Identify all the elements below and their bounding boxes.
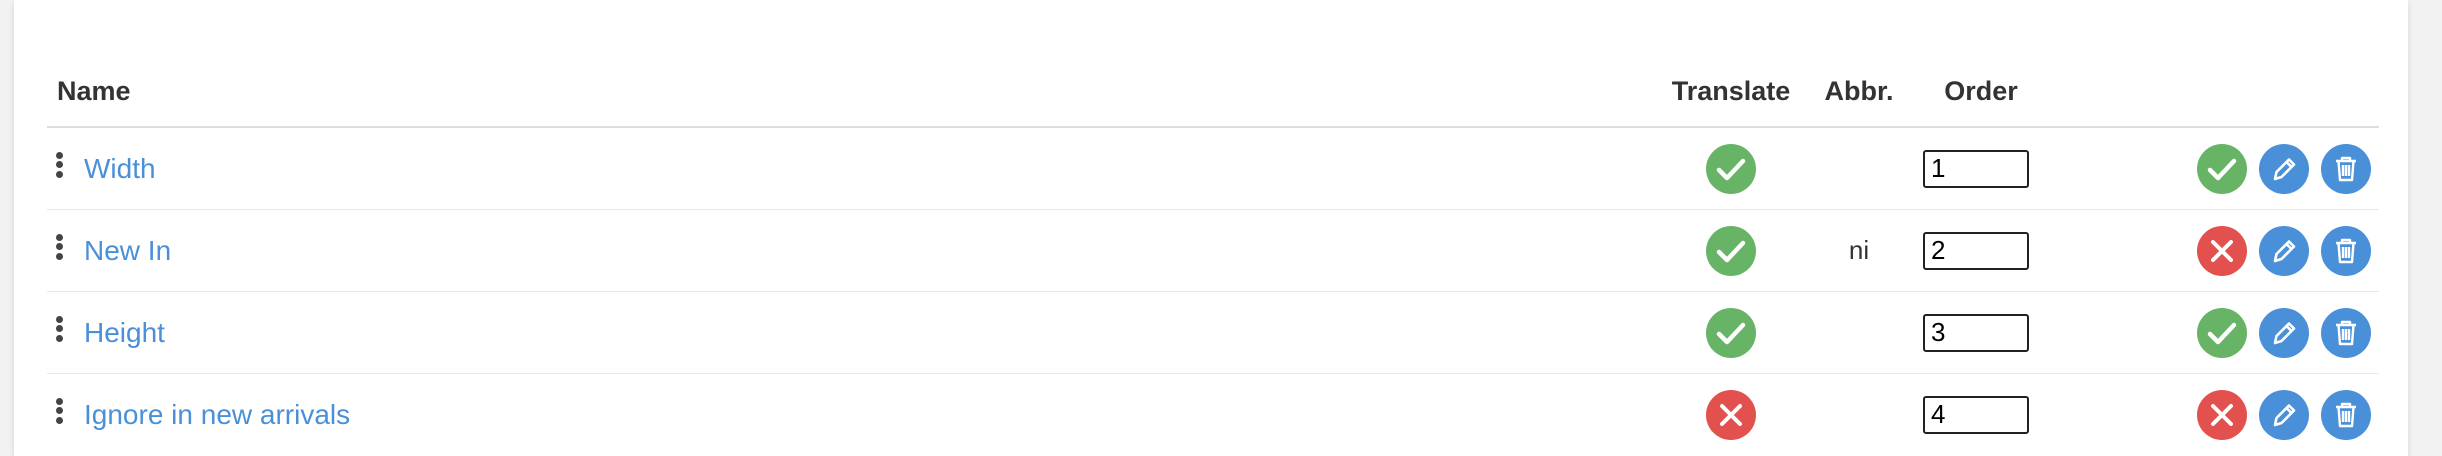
status-toggle-button[interactable] xyxy=(2197,389,2247,440)
actions-cell xyxy=(2047,209,2379,292)
table-row: Height xyxy=(47,291,2379,374)
abbr-cell xyxy=(1803,374,1915,456)
translate-check-icon xyxy=(1706,307,1756,358)
translate-cell xyxy=(1659,209,1803,292)
check-icon xyxy=(2197,143,2247,194)
name-cell: Width xyxy=(47,127,1659,210)
column-header-name[interactable]: Name xyxy=(47,56,1659,128)
pencil-icon xyxy=(2259,389,2309,440)
drag-handle-icon[interactable] xyxy=(56,233,64,260)
translate-cell xyxy=(1659,374,1803,456)
translate-cell xyxy=(1659,127,1803,210)
trash-icon xyxy=(2321,225,2371,276)
column-header-actions xyxy=(2047,56,2379,128)
trash-icon xyxy=(2321,307,2371,358)
abbr-cell xyxy=(1803,291,1915,374)
attribute-name-link[interactable]: Width xyxy=(84,153,156,185)
table-row: Width xyxy=(47,127,2379,210)
order-cell xyxy=(1915,291,2047,374)
column-header-translate[interactable]: Translate xyxy=(1659,56,1803,128)
order-input[interactable] xyxy=(1923,395,2029,434)
drag-handle-icon[interactable] xyxy=(56,151,64,178)
delete-button[interactable] xyxy=(2321,389,2371,440)
column-header-abbr[interactable]: Abbr. xyxy=(1803,56,1915,128)
drag-handle-icon[interactable] xyxy=(56,315,64,342)
edit-button[interactable] xyxy=(2259,389,2309,440)
actions-cell xyxy=(2047,291,2379,374)
edit-button[interactable] xyxy=(2259,143,2309,194)
check-icon xyxy=(2197,307,2247,358)
status-toggle-button[interactable] xyxy=(2197,225,2247,276)
attribute-name-link[interactable]: Height xyxy=(84,317,165,349)
trash-icon xyxy=(2321,389,2371,440)
translate-cell xyxy=(1659,291,1803,374)
delete-button[interactable] xyxy=(2321,143,2371,194)
content-panel: Name Translate Abbr. Order Width New In ni… xyxy=(14,0,2408,456)
order-cell xyxy=(1915,374,2047,456)
edit-button[interactable] xyxy=(2259,225,2309,276)
attributes-table: Name Translate Abbr. Order Width New In ni… xyxy=(47,56,2379,455)
actions-cell xyxy=(2047,127,2379,210)
delete-button[interactable] xyxy=(2321,225,2371,276)
drag-handle-icon[interactable] xyxy=(56,397,64,424)
table-header-row: Name Translate Abbr. Order xyxy=(47,56,2379,128)
pencil-icon xyxy=(2259,307,2309,358)
name-cell: Ignore in new arrivals xyxy=(47,374,1659,456)
order-input[interactable] xyxy=(1923,313,2029,352)
close-icon xyxy=(2197,389,2247,440)
order-input[interactable] xyxy=(1923,231,2029,270)
translate-close-icon xyxy=(1706,389,1756,440)
trash-icon xyxy=(2321,143,2371,194)
translate-check-icon xyxy=(1706,225,1756,276)
name-cell: New In xyxy=(47,209,1659,292)
table-row: Ignore in new arrivals xyxy=(47,374,2379,456)
delete-button[interactable] xyxy=(2321,307,2371,358)
pencil-icon xyxy=(2259,225,2309,276)
translate-check-icon xyxy=(1706,143,1756,194)
status-toggle-button[interactable] xyxy=(2197,307,2247,358)
pencil-icon xyxy=(2259,143,2309,194)
abbr-cell xyxy=(1803,127,1915,210)
attribute-name-link[interactable]: Ignore in new arrivals xyxy=(84,399,350,431)
attribute-name-link[interactable]: New In xyxy=(84,235,171,267)
order-input[interactable] xyxy=(1923,149,2029,188)
close-icon xyxy=(2197,225,2247,276)
order-cell xyxy=(1915,127,2047,210)
table-row: New In ni xyxy=(47,209,2379,292)
name-cell: Height xyxy=(47,291,1659,374)
abbr-cell: ni xyxy=(1803,209,1915,292)
edit-button[interactable] xyxy=(2259,307,2309,358)
actions-cell xyxy=(2047,374,2379,456)
status-toggle-button[interactable] xyxy=(2197,143,2247,194)
column-header-order[interactable]: Order xyxy=(1915,56,2047,128)
order-cell xyxy=(1915,209,2047,292)
